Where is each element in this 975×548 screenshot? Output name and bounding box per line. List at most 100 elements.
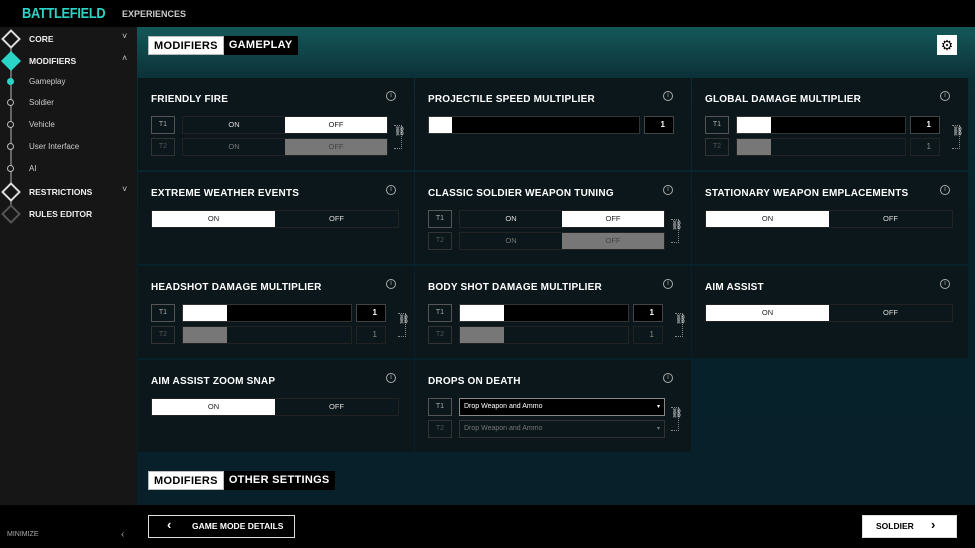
- toggle-off[interactable]: OFF: [829, 211, 952, 227]
- toggle-off[interactable]: OFF: [829, 305, 952, 321]
- caret-down-icon: ▾: [656, 404, 660, 410]
- link-teams-icon[interactable]: ⛓: [671, 407, 683, 431]
- sidebar-item-soldier[interactable]: Soldier: [0, 93, 137, 113]
- sidebar-item-ai[interactable]: AI: [0, 159, 137, 179]
- multiplier-slider[interactable]: [459, 304, 629, 322]
- value-input[interactable]: 1: [910, 116, 940, 134]
- setting-title: STATIONARY WEAPON EMPLACEMENTS: [705, 188, 909, 199]
- sidebar-item-gameplay[interactable]: Gameplay: [0, 72, 137, 92]
- info-icon[interactable]: i: [386, 373, 396, 383]
- toggle-on[interactable]: ON: [460, 233, 562, 249]
- gear-icon[interactable]: ⚙: [937, 35, 957, 55]
- chevron-left-icon: ‹: [167, 517, 172, 532]
- on-off-toggle[interactable]: ON OFF: [459, 210, 665, 228]
- toggle-on[interactable]: ON: [183, 139, 285, 155]
- on-off-toggle[interactable]: ON OFF: [151, 210, 399, 228]
- toggle-off[interactable]: OFF: [275, 399, 398, 415]
- slider-fill: [737, 139, 771, 155]
- sidebar-item-user-interface[interactable]: User Interface: [0, 137, 137, 157]
- value-input[interactable]: 1: [356, 326, 386, 344]
- info-icon[interactable]: i: [663, 373, 673, 383]
- sidebar-item-label: Gameplay: [29, 77, 66, 86]
- value-input[interactable]: 1: [356, 304, 386, 322]
- setting-title: AIM ASSIST ZOOM SNAP: [151, 376, 276, 387]
- toggle-off[interactable]: OFF: [562, 211, 664, 227]
- toggle-on[interactable]: ON: [706, 305, 829, 321]
- setting-title: FRIENDLY FIRE: [151, 94, 229, 105]
- setting-panel-extreme-weather-events: EXTREME WEATHER EVENTS i ON OFF: [138, 172, 414, 264]
- info-icon[interactable]: i: [663, 185, 673, 195]
- on-off-toggle[interactable]: ON OFF: [459, 232, 665, 250]
- link-teams-icon[interactable]: ⛓: [952, 125, 963, 149]
- step-dot-icon: [7, 78, 14, 85]
- toggle-off[interactable]: OFF: [285, 117, 387, 133]
- sidebar-item-core[interactable]: CORE ˅: [0, 29, 137, 49]
- value-input[interactable]: 1: [910, 138, 940, 156]
- info-icon[interactable]: i: [940, 91, 950, 101]
- dropdown-select[interactable]: Drop Weapon and Ammo ▾: [459, 398, 665, 416]
- chevron-left-icon[interactable]: ‹: [121, 529, 124, 540]
- on-off-toggle[interactable]: ON OFF: [705, 304, 953, 322]
- toggle-off[interactable]: OFF: [562, 233, 664, 249]
- info-icon[interactable]: i: [663, 279, 673, 289]
- setting-title: PROJECTILE SPEED MULTIPLIER: [428, 94, 595, 105]
- multiplier-slider[interactable]: [182, 326, 352, 344]
- chain-icon: ⛓: [675, 314, 687, 324]
- value-input[interactable]: 1: [633, 304, 663, 322]
- setting-title: AIM ASSIST: [705, 282, 764, 293]
- toggle-on[interactable]: ON: [706, 211, 829, 227]
- minimize-button[interactable]: MINIMIZE: [7, 531, 39, 538]
- info-icon[interactable]: i: [386, 185, 396, 195]
- sidebar-item-vehicle[interactable]: Vehicle: [0, 115, 137, 135]
- slider-fill: [183, 327, 227, 343]
- dropdown-select[interactable]: Drop Weapon and Ammo ▾: [459, 420, 665, 438]
- on-off-toggle[interactable]: ON OFF: [151, 398, 399, 416]
- toggle-on[interactable]: ON: [460, 211, 562, 227]
- on-off-toggle[interactable]: ON OFF: [182, 138, 388, 156]
- toggle-on[interactable]: ON: [152, 211, 275, 227]
- sidebar-item-modifiers[interactable]: MODIFIERS ˄: [0, 51, 137, 71]
- toggle-on[interactable]: ON: [152, 399, 275, 415]
- setting-panel-body-shot-damage-multiplier: BODY SHOT DAMAGE MULTIPLIER i T1 1 T2 1 ⛓: [415, 266, 691, 358]
- info-icon[interactable]: i: [940, 185, 950, 195]
- setting-panel-headshot-damage-multiplier: HEADSHOT DAMAGE MULTIPLIER i T1 1 T2 1 ⛓: [138, 266, 414, 358]
- soldier-next-button[interactable]: SOLDIER ›: [862, 515, 957, 538]
- setting-panel-global-damage-multiplier: GLOBAL DAMAGE MULTIPLIER i T1 1 T2 1 ⛓: [692, 78, 968, 170]
- battlefield-logo[interactable]: BATTLEFIELD: [22, 5, 106, 22]
- game-mode-details-button[interactable]: ‹ GAME MODE DETAILS: [148, 515, 295, 538]
- chain-icon: ⛓: [398, 314, 410, 324]
- info-icon[interactable]: i: [386, 91, 396, 101]
- team-2-label: T2: [428, 232, 452, 250]
- chevron-icon: ˄: [122, 53, 128, 63]
- multiplier-slider[interactable]: [428, 116, 640, 134]
- nav-experiences[interactable]: EXPERIENCES: [122, 9, 186, 19]
- toggle-off[interactable]: OFF: [275, 211, 398, 227]
- multiplier-slider[interactable]: [459, 326, 629, 344]
- toggle-on[interactable]: ON: [183, 117, 285, 133]
- info-icon[interactable]: i: [940, 279, 950, 289]
- multiplier-slider[interactable]: [736, 138, 906, 156]
- toggle-off[interactable]: OFF: [285, 139, 387, 155]
- link-teams-icon[interactable]: ⛓: [675, 313, 687, 337]
- on-off-toggle[interactable]: ON OFF: [182, 116, 388, 134]
- value-input[interactable]: 1: [644, 116, 674, 134]
- team-1-label: T1: [151, 304, 175, 322]
- info-icon[interactable]: i: [386, 279, 396, 289]
- sidebar-item-restrictions[interactable]: RESTRICTIONS ˅: [0, 182, 137, 202]
- link-teams-icon[interactable]: ⛓: [394, 125, 405, 149]
- chain-icon: ⛓: [671, 408, 683, 418]
- value-input[interactable]: 1: [633, 326, 663, 344]
- sidebar-item-label: Vehicle: [29, 120, 55, 129]
- multiplier-slider[interactable]: [182, 304, 352, 322]
- restrictions-icon: [1, 182, 21, 202]
- team-1-label: T1: [151, 116, 175, 134]
- sidebar-item-rules-editor[interactable]: RULES EDITOR: [0, 204, 137, 224]
- team-2-label: T2: [428, 420, 452, 438]
- on-off-toggle[interactable]: ON OFF: [705, 210, 953, 228]
- multiplier-slider[interactable]: [736, 116, 906, 134]
- sidebar-item-label: User Interface: [29, 142, 80, 151]
- dropdown-value: Drop Weapon and Ammo: [464, 403, 543, 410]
- info-icon[interactable]: i: [663, 91, 673, 101]
- link-teams-icon[interactable]: ⛓: [671, 219, 682, 243]
- link-teams-icon[interactable]: ⛓: [398, 313, 410, 337]
